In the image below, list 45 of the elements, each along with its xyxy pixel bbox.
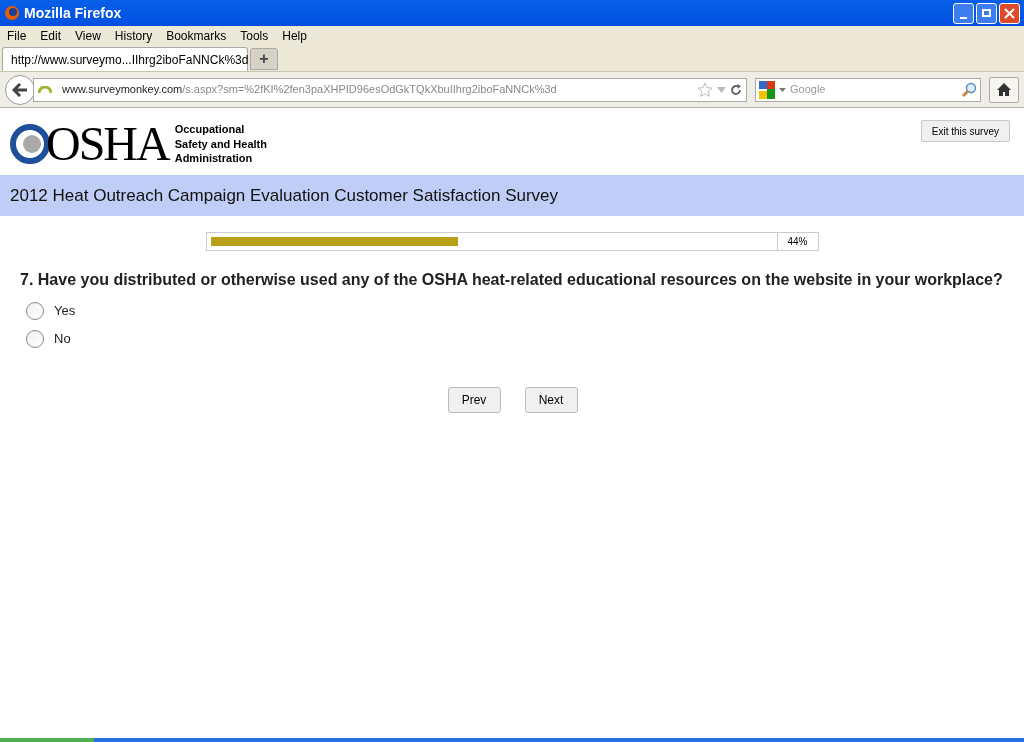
restore-button[interactable] — [976, 2, 997, 24]
progress-percent: 44% — [777, 232, 819, 251]
tab-label: http://www.surveymo...IIhrg2iboFaNNCk%3d — [11, 51, 249, 69]
browser-logo-icon — [4, 5, 20, 21]
back-arrow-icon — [12, 82, 28, 97]
menu-item[interactable]: History — [114, 27, 153, 45]
home-icon — [997, 83, 1011, 96]
colored-squares-icon[interactable] — [759, 80, 775, 99]
search-input[interactable]: Google — [790, 81, 957, 98]
new-tab-button[interactable]: + — [250, 48, 278, 70]
ring-logo-icon — [10, 124, 50, 164]
window-title: Mozilla Firefox — [24, 3, 122, 23]
radio-button[interactable] — [26, 302, 44, 320]
minimize-button[interactable] — [953, 2, 974, 24]
menu-item[interactable]: Help — [282, 27, 307, 45]
close-icon — [1004, 7, 1015, 19]
star-icon[interactable] — [697, 82, 713, 97]
menu-item[interactable]: Tools — [240, 27, 269, 45]
menu-item[interactable]: Edit — [40, 27, 62, 45]
nav-button[interactable]: Prev — [447, 387, 501, 413]
option-label: No — [54, 330, 71, 349]
loading-icon — [38, 85, 52, 94]
agency-name-line: Safety and Health — [174, 136, 267, 152]
address-field[interactable]: www.surveymonkey.com/s.aspx?sm=%2fKI%2fen3paXHPID96esOdGkTQkXbuIIhrg2iboFaNNCk%3d — [33, 77, 747, 102]
exit-survey-button[interactable]: Exit this survey — [920, 120, 1010, 142]
agency-name-line: Occupational — [174, 122, 246, 137]
question-text: 7. Have you distributed or otherwise used any of the OSHA heat-related educational resources on the website in your workplace? — [19, 270, 1004, 290]
reload-icon[interactable] — [730, 83, 742, 96]
menu-item[interactable]: View — [75, 27, 101, 45]
browser-tab[interactable]: http://www.surveymo...IIhrg2iboFaNNCk%3d — [2, 47, 248, 71]
survey-title-bar: 2012 Heat Outreach Campaign Evaluation Customer Satisfaction Survey — [0, 175, 1024, 216]
dropdown-arrow-icon[interactable] — [779, 87, 786, 92]
close-button[interactable] — [999, 2, 1020, 24]
menu-item[interactable]: Bookmarks — [166, 27, 227, 45]
option-label: Yes — [54, 302, 76, 321]
logo-text: OSHA — [46, 120, 169, 168]
url-text: www.surveymonkey.com/s.aspx?sm=%2fKI%2fen3paXHPID96esOdGkTQkXbuIIhrg2iboFaNNCk%3d — [62, 82, 557, 98]
search-icon[interactable] — [961, 81, 977, 98]
back-button[interactable] — [5, 74, 35, 105]
nav-button[interactable]: Next — [524, 387, 578, 413]
menu-item[interactable]: File — [7, 27, 27, 45]
agency-name-line: Administration — [174, 151, 254, 166]
search-field[interactable]: Google — [755, 77, 981, 102]
radio-button[interactable] — [26, 330, 44, 348]
home-button[interactable] — [989, 76, 1019, 103]
